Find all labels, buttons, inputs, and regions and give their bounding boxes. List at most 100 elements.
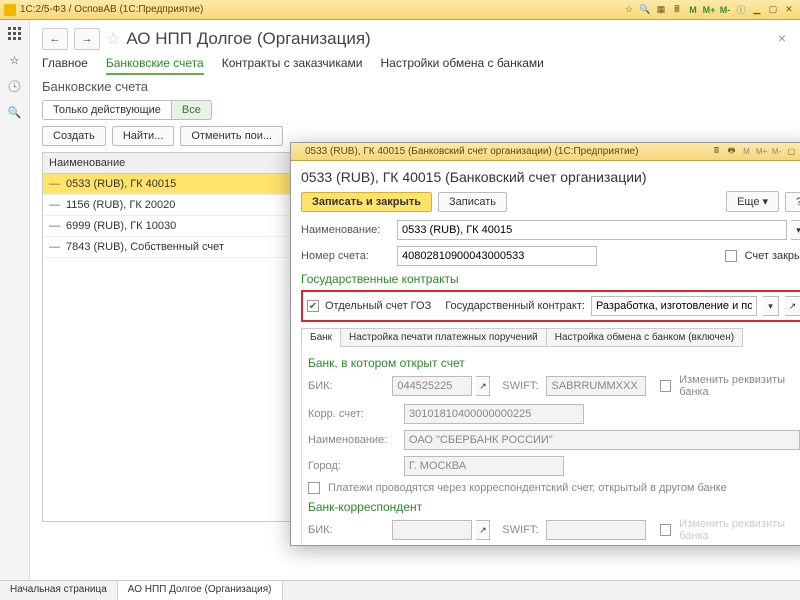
bik-label: БИК:	[308, 380, 388, 392]
maximize-icon[interactable]: ▢	[766, 3, 780, 17]
swift2-input[interactable]	[546, 520, 646, 540]
swift-label: SWIFT:	[502, 380, 538, 392]
goz-checkbox[interactable]	[307, 300, 319, 312]
gov-highlight-box: Отдельный счет ГОЗ Государственный контр…	[301, 290, 800, 322]
change-bank2-checkbox[interactable]	[660, 524, 671, 536]
dialog-calc-icon[interactable]: 🖩	[710, 145, 723, 158]
page-title: АО НПП Долгое (Организация)	[126, 29, 370, 49]
bottom-tab-org[interactable]: АО НПП Долгое (Организация)	[118, 581, 283, 600]
tab-contracts[interactable]: Контракты с заказчиками	[222, 56, 363, 75]
filter-active[interactable]: Только действующие	[42, 100, 172, 120]
dialog-titlebar[interactable]: 0533 (RUB), ГК 40015 (Банковский счет ор…	[291, 143, 800, 161]
save-close-button[interactable]: Записать и закрыть	[301, 192, 432, 212]
number-label: Номер счета:	[301, 250, 393, 262]
gov-contracts-title: Государственные контракты	[301, 272, 800, 286]
tab-main[interactable]: Главное	[42, 56, 88, 75]
main-tabs: Главное Банковские счета Контракты с зак…	[42, 56, 788, 75]
back-button[interactable]: ←	[42, 28, 68, 50]
closed-checkbox[interactable]	[725, 250, 737, 262]
swift-input[interactable]	[546, 376, 646, 396]
bik2-select-button[interactable]: ↗	[476, 520, 490, 540]
filter-all[interactable]: Все	[172, 100, 212, 120]
gov-contract-label: Государственный контракт:	[445, 300, 585, 312]
city-input[interactable]	[404, 456, 564, 476]
dialog-mplus-icon[interactable]: M+	[755, 145, 768, 158]
bik-select-button[interactable]: ↗	[476, 376, 490, 396]
name-dropdown-button[interactable]: ▾	[791, 220, 800, 240]
row-name: 0533 (RUB), ГК 40015	[66, 178, 176, 190]
gov-contract-input[interactable]	[591, 296, 757, 316]
gov-contract-select-button[interactable]: ▾	[763, 296, 779, 316]
page-close-button[interactable]: ×	[778, 30, 786, 46]
goz-label: Отдельный счет ГОЗ	[325, 300, 431, 312]
grid-icon[interactable]: ▦	[654, 3, 668, 17]
bank-title: Банк, в котором открыт счет	[308, 356, 800, 370]
find-icon[interactable]: 🔍	[7, 104, 23, 120]
dialog-subtabs: Банк Настройка печати платежных поручени…	[301, 328, 800, 347]
create-button[interactable]: Создать	[42, 126, 106, 146]
dialog-title: 0533 (RUB), ГК 40015 (Банковский счет ор…	[305, 146, 710, 157]
titlebar-controls: ☆ 🔍 ▦ 🖩 M M+ M- ⓘ ▁ ▢ ✕	[622, 3, 796, 17]
bottom-tab-start[interactable]: Начальная страница	[0, 581, 118, 600]
minimize-icon[interactable]: ▁	[750, 3, 764, 17]
change-bank-link[interactable]: Изменить реквизиты банка	[679, 374, 800, 398]
dialog-mminus-icon[interactable]: M-	[770, 145, 783, 158]
dialog-print-icon[interactable]: 🖶	[725, 145, 738, 158]
app-titlebar: 1С:2/5-Ф3 / ОсповАВ (1С:Предприятие) ☆ 🔍…	[0, 0, 800, 20]
name-label: Наименование:	[301, 224, 393, 236]
subtab-print[interactable]: Настройка печати платежных поручений	[340, 328, 547, 347]
history-icon[interactable]: 🕓	[7, 78, 23, 94]
m-icon[interactable]: M	[686, 3, 700, 17]
cancel-search-button[interactable]: Отменить пои...	[180, 126, 283, 146]
change-bank-checkbox[interactable]	[660, 380, 671, 392]
row-name: 7843 (RUB), Собственный счет	[66, 241, 224, 253]
korr-label: Корр. счет:	[308, 408, 400, 420]
dialog-icon	[295, 147, 305, 157]
change-bank2-link: Изменить реквизиты банка	[679, 518, 800, 542]
account-dialog: 0533 (RUB), ГК 40015 (Банковский счет ор…	[290, 142, 800, 546]
more-label: Еще	[737, 196, 759, 208]
chevron-down-icon: ▾	[762, 195, 768, 208]
bik2-input[interactable]	[392, 520, 472, 540]
help-button[interactable]: ?	[785, 192, 800, 212]
subtab-bank[interactable]: Банк	[301, 328, 341, 347]
bik-input[interactable]	[392, 376, 472, 396]
find-button[interactable]: Найти...	[112, 126, 175, 146]
via-corr-label: Платежи проводятся через корреспондентск…	[328, 482, 727, 494]
forward-button[interactable]: →	[74, 28, 100, 50]
close-icon[interactable]: ✕	[782, 3, 796, 17]
number-input[interactable]	[397, 246, 597, 266]
closed-label: Счет закрыт	[745, 250, 800, 262]
main-area: ← → ☆ АО НПП Долгое (Организация) × Глав…	[30, 20, 800, 580]
page-star-icon[interactable]: ☆	[106, 29, 120, 49]
name-input[interactable]	[397, 220, 787, 240]
row-name: 6999 (RUB), ГК 10030	[66, 220, 176, 232]
favorite-icon[interactable]: ☆	[7, 52, 23, 68]
bank-panel: Банк, в котором открыт счет БИК: ↗ SWIFT…	[301, 346, 800, 545]
apps-icon[interactable]	[7, 26, 23, 42]
mminus-icon[interactable]: M-	[718, 3, 732, 17]
search-icon[interactable]: 🔍	[638, 3, 652, 17]
tab-bank-accounts[interactable]: Банковские счета	[106, 56, 204, 75]
app-title: 1С:2/5-Ф3 / ОсповАВ (1С:Предприятие)	[20, 4, 622, 15]
info-icon[interactable]: ⓘ	[734, 3, 748, 17]
korr-input[interactable]	[404, 404, 584, 424]
dialog-heading: 0533 (RUB), ГК 40015 (Банковский счет ор…	[301, 169, 800, 185]
left-sidebar: ☆ 🕓 🔍	[0, 20, 30, 580]
section-subtitle: Банковские счета	[42, 79, 788, 94]
mplus-icon[interactable]: M+	[702, 3, 716, 17]
save-button[interactable]: Записать	[438, 192, 507, 212]
via-corr-checkbox[interactable]	[308, 482, 320, 494]
bank-name-input[interactable]	[404, 430, 800, 450]
subtab-exchange[interactable]: Настройка обмена с банком (включен)	[546, 328, 743, 347]
dialog-m-icon[interactable]: M	[740, 145, 753, 158]
bottom-tabs: Начальная страница АО НПП Долгое (Органи…	[0, 580, 800, 600]
swift2-label: SWIFT:	[502, 524, 538, 536]
dialog-restore-icon[interactable]: ▢	[785, 145, 798, 158]
gov-contract-open-button[interactable]: ↗	[785, 296, 800, 316]
more-button[interactable]: Еще ▾	[726, 191, 779, 212]
tab-exchange[interactable]: Настройки обмена с банками	[380, 56, 543, 75]
bank-name-label: Наименование:	[308, 434, 400, 446]
calc-icon[interactable]: 🖩	[670, 3, 684, 17]
star-icon[interactable]: ☆	[622, 3, 636, 17]
